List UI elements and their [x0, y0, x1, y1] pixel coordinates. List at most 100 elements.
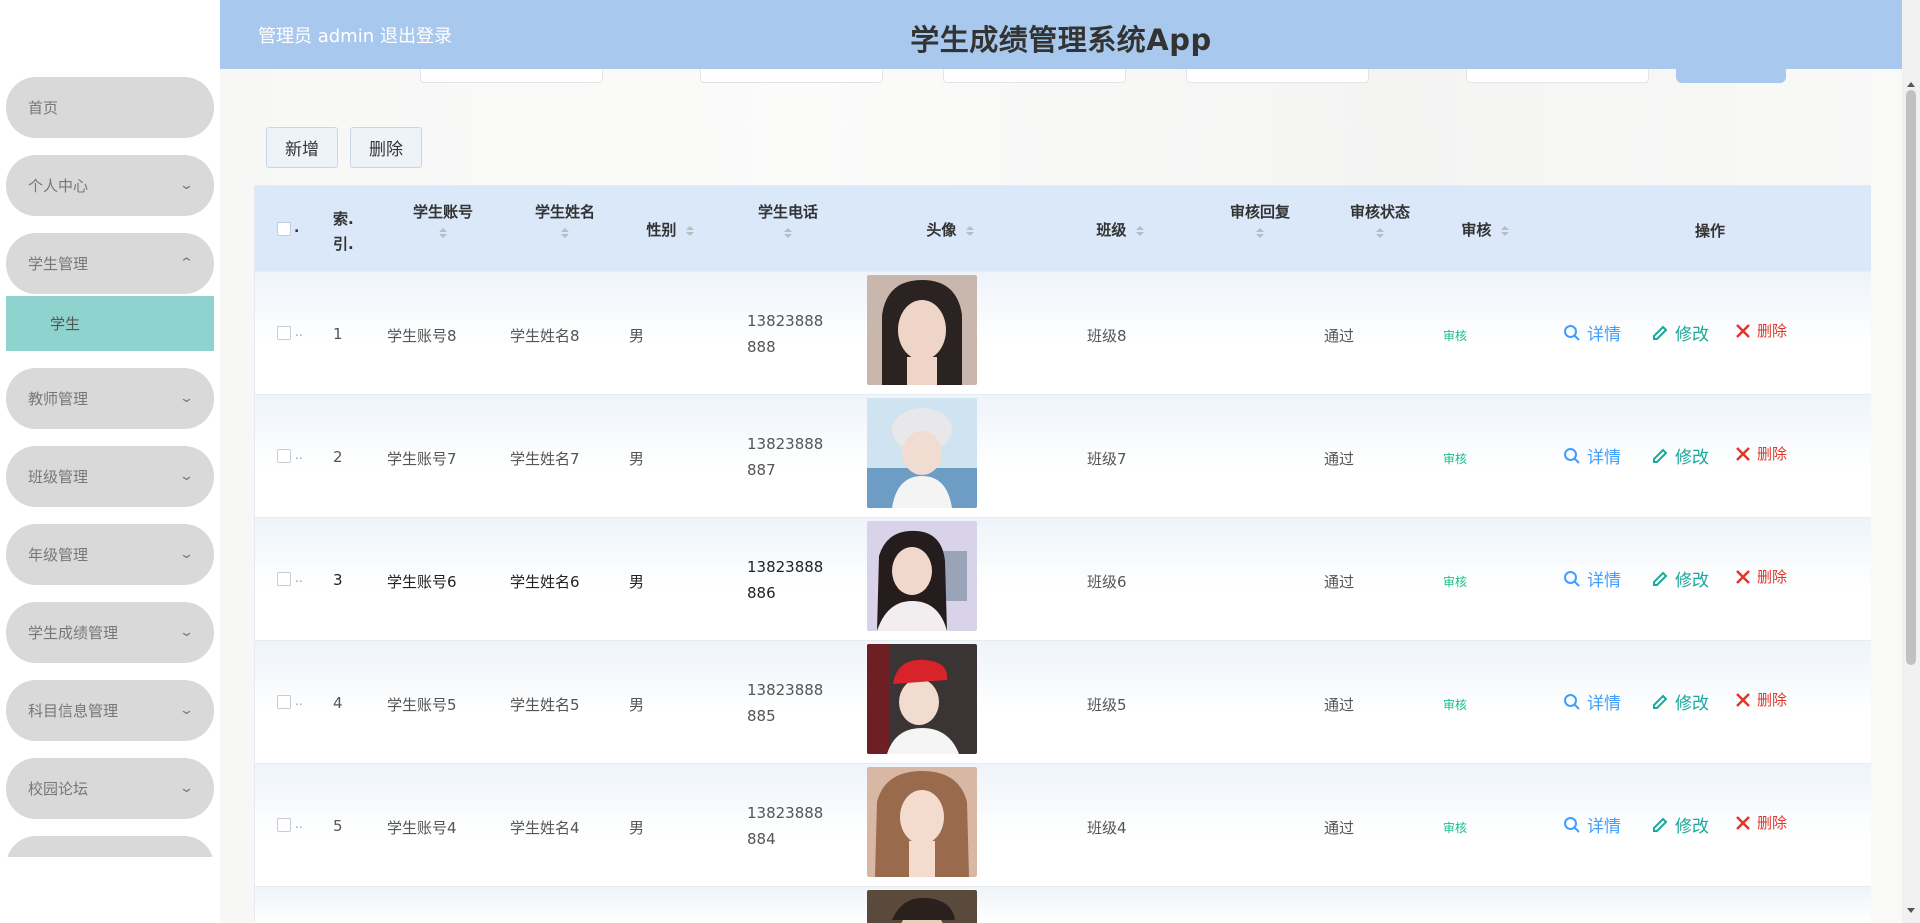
- sort-icon[interactable]: [1500, 225, 1509, 236]
- edit-button[interactable]: 修改: [1651, 443, 1709, 468]
- sidebar-item-home[interactable]: 首页: [6, 77, 214, 138]
- student-avatar[interactable]: [867, 398, 977, 508]
- delete-button[interactable]: 删除: [350, 127, 422, 168]
- row-checkbox[interactable]: [277, 572, 291, 586]
- column-audit[interactable]: 审核: [1450, 219, 1520, 240]
- edit-label: 修改: [1675, 571, 1709, 591]
- detail-button[interactable]: 详情: [1563, 566, 1621, 591]
- search-input[interactable]: [1186, 69, 1369, 83]
- column-name[interactable]: 学生姓名: [515, 201, 615, 238]
- sidebar-item-subject-management[interactable]: 科目信息管理 ⌄: [6, 680, 214, 741]
- select-all-checkbox[interactable]: [277, 222, 291, 236]
- student-avatar[interactable]: [867, 644, 977, 754]
- delete-row-button[interactable]: 删除: [1735, 320, 1787, 341]
- delete-row-button[interactable]: 删除: [1735, 566, 1787, 587]
- sidebar-subitem-student[interactable]: 学生: [6, 296, 214, 351]
- sidebar-subitem-label: 学生: [50, 315, 81, 333]
- sidebar-item-campus-forum[interactable]: 校园论坛 ⌄: [6, 758, 214, 819]
- sidebar-item-personal-center[interactable]: 个人中心 ⌄: [6, 155, 214, 216]
- search-input[interactable]: [1466, 69, 1649, 83]
- audit-link[interactable]: 审核: [1443, 819, 1467, 836]
- column-account[interactable]: 学生账号: [393, 201, 493, 238]
- detail-button[interactable]: 详情: [1563, 689, 1621, 714]
- delete-row-button[interactable]: 删除: [1735, 689, 1787, 710]
- sort-icon[interactable]: [685, 225, 694, 236]
- row-index: 5: [333, 817, 343, 835]
- sort-icon[interactable]: [561, 228, 569, 238]
- search-input[interactable]: [700, 69, 883, 83]
- sidebar-item-more[interactable]: [6, 836, 214, 857]
- student-avatar[interactable]: [867, 275, 977, 385]
- row-gender: 男: [629, 573, 645, 591]
- column-status[interactable]: 审核状态: [1335, 201, 1425, 238]
- column-class[interactable]: 班级: [1085, 219, 1155, 240]
- row-account: 学生账号5: [387, 696, 457, 714]
- table-row: .. 3 学生账号6 学生姓名6 男 13823888 886 班级6 通过 审…: [255, 517, 1871, 640]
- column-label: 审核回复: [1229, 203, 1290, 221]
- sidebar-item-label: 班级管理: [28, 468, 89, 486]
- delete-label: 删除: [1757, 691, 1788, 709]
- sidebar-item-label: 年级管理: [28, 546, 89, 564]
- delete-row-button[interactable]: 删除: [1735, 812, 1787, 833]
- sort-icon[interactable]: [1135, 225, 1144, 236]
- sort-icon[interactable]: [965, 225, 974, 236]
- chevron-down-icon: ⌄: [178, 547, 195, 562]
- row-status: 通过: [1324, 819, 1355, 837]
- search-button[interactable]: [1676, 69, 1786, 83]
- row-ellipsis: ..: [295, 694, 303, 708]
- search-icon: [1564, 816, 1580, 833]
- row-account: 学生账号7: [387, 450, 457, 468]
- sort-icon[interactable]: [439, 228, 447, 238]
- edit-icon: [1653, 817, 1668, 832]
- sidebar-item-label: 校园论坛: [28, 780, 89, 798]
- edit-icon: [1653, 448, 1668, 463]
- close-icon: [1736, 692, 1750, 707]
- page-scrollbar[interactable]: [1902, 0, 1920, 923]
- search-input[interactable]: [420, 69, 603, 83]
- row-phone-line2: 886: [747, 584, 776, 602]
- row-checkbox[interactable]: [277, 695, 291, 709]
- sidebar-item-grade-management[interactable]: 年级管理 ⌄: [6, 524, 214, 585]
- search-input[interactable]: [943, 69, 1126, 83]
- sort-icon[interactable]: [1256, 228, 1264, 238]
- column-reply[interactable]: 审核回复: [1215, 201, 1305, 238]
- student-avatar[interactable]: [867, 767, 977, 877]
- audit-link[interactable]: 审核: [1443, 696, 1467, 713]
- sidebar-item-score-management[interactable]: 学生成绩管理 ⌄: [6, 602, 214, 663]
- audit-link[interactable]: 审核: [1443, 573, 1467, 590]
- row-checkbox[interactable]: [277, 449, 291, 463]
- add-button[interactable]: 新增: [266, 127, 338, 168]
- edit-button[interactable]: 修改: [1651, 689, 1709, 714]
- column-avatar[interactable]: 头像: [915, 219, 985, 240]
- row-phone-line1: 13823888: [747, 804, 824, 822]
- sort-icon[interactable]: [784, 228, 792, 238]
- column-phone[interactable]: 学生电话: [738, 201, 838, 238]
- audit-link[interactable]: 审核: [1443, 327, 1467, 344]
- search-icon: [1564, 693, 1580, 710]
- row-ellipsis: ..: [295, 325, 303, 339]
- row-checkbox[interactable]: [277, 818, 291, 832]
- sidebar-item-teacher-management[interactable]: 教师管理 ⌄: [6, 368, 214, 429]
- scroll-up-arrow[interactable]: [1907, 82, 1915, 87]
- audit-link[interactable]: 审核: [1443, 450, 1467, 467]
- row-phone-line1: 13823888: [747, 558, 824, 576]
- table-row: [255, 886, 1871, 923]
- delete-row-button[interactable]: 删除: [1735, 443, 1787, 464]
- column-label: 头像: [926, 221, 957, 239]
- scroll-down-arrow[interactable]: [1907, 908, 1915, 913]
- sidebar-item-student-management[interactable]: 学生管理 ⌃: [6, 233, 214, 294]
- edit-button[interactable]: 修改: [1651, 812, 1709, 837]
- detail-button[interactable]: 详情: [1563, 320, 1621, 345]
- row-phone-line2: 885: [747, 707, 776, 725]
- edit-button[interactable]: 修改: [1651, 320, 1709, 345]
- column-gender[interactable]: 性别: [635, 219, 705, 240]
- sidebar-item-class-management[interactable]: 班级管理 ⌄: [6, 446, 214, 507]
- edit-button[interactable]: 修改: [1651, 566, 1709, 591]
- scroll-thumb[interactable]: [1906, 90, 1916, 665]
- student-avatar[interactable]: [867, 521, 977, 631]
- sort-icon[interactable]: [1376, 228, 1384, 238]
- detail-button[interactable]: 详情: [1563, 443, 1621, 468]
- student-avatar[interactable]: [867, 890, 977, 923]
- detail-button[interactable]: 详情: [1563, 812, 1621, 837]
- row-checkbox[interactable]: [277, 326, 291, 340]
